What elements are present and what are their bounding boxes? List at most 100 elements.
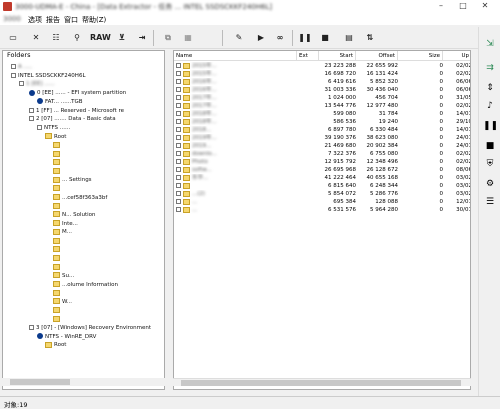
checkbox[interactable]: [37, 124, 42, 130]
tree-node[interactable]: 3 [07] - [Windows] Recovery Environment: [29, 324, 151, 332]
row-checkbox[interactable]: [176, 159, 181, 164]
tree-node[interactable]: INTEL SSDSCKKF240H6L: [11, 72, 86, 80]
row-checkbox[interactable]: [176, 183, 181, 188]
export-icon[interactable]: ⇥: [134, 30, 150, 46]
table-row[interactable]: ... 6 531 576 5 964 280 0 30/01: [174, 206, 470, 214]
edit-icon[interactable]: ✎: [232, 30, 246, 46]
copy-icon[interactable]: ⧉: [160, 30, 176, 46]
tree-node[interactable]: 2 [07] ....... Data - Basic data: [29, 115, 116, 123]
table-row[interactable]: 2017年... 13 544 776 12 977 480 0 02/02: [174, 102, 470, 110]
row-checkbox[interactable]: [176, 87, 181, 92]
table-row[interactable]: ...(2) 5 854 072 5 286 776 0 03/02: [174, 190, 470, 198]
column-header-name[interactable]: Name: [174, 51, 297, 61]
table-row[interactable]: ... 695 384 128 088 0 12/01: [174, 198, 470, 206]
folder-tree-icon[interactable]: ☷: [48, 30, 64, 46]
checkbox[interactable]: [11, 72, 16, 78]
row-checkbox[interactable]: [176, 63, 181, 68]
row-checkbox[interactable]: [176, 191, 181, 196]
disk-icon[interactable]: ▭: [4, 30, 22, 46]
tree-node[interactable]: [53, 141, 62, 149]
checkbox[interactable]: [11, 64, 16, 69]
column-header-start[interactable]: Start: [319, 51, 356, 61]
row-checkbox[interactable]: [176, 175, 181, 180]
tree-node[interactable]: N... Solution: [53, 211, 96, 219]
maximize-button[interactable]: □: [455, 0, 471, 13]
scroll-thumb[interactable]: [181, 380, 461, 386]
tree-node[interactable]: [53, 185, 62, 193]
raw-button[interactable]: RAW: [90, 30, 111, 46]
table-row[interactable]: 2016年... 31 003 336 30 436 040 0 06/06: [174, 86, 470, 94]
tree-node[interactable]: [53, 159, 62, 167]
pause-side-icon[interactable]: ❚❚: [483, 119, 498, 133]
sort-icon[interactable]: ⇅: [362, 30, 378, 46]
tree-node[interactable]: [53, 246, 62, 254]
row-checkbox[interactable]: [176, 119, 181, 124]
stop-side-icon[interactable]: ■: [483, 139, 497, 153]
shield-icon[interactable]: ⛨: [483, 157, 497, 171]
table-row[interactable]: 2015年... 16 698 720 16 131 424 0 02/02: [174, 70, 470, 78]
tree-node[interactable]: Inte...: [53, 220, 78, 228]
tree-node[interactable]: NTFS - WinRE_DRV: [37, 333, 96, 341]
checkbox[interactable]: [29, 325, 34, 330]
row-checkbox[interactable]: [176, 151, 181, 156]
table-row[interactable]: 2018... 6 897 780 6 330 484 0 14/01: [174, 126, 470, 134]
menu-item-help[interactable]: 帮助(Z): [82, 15, 106, 25]
bike-icon[interactable]: ∞: [272, 30, 288, 46]
tree-node[interactable]: [53, 315, 62, 323]
tree-node[interactable]: A .....: [11, 63, 32, 71]
row-checkbox[interactable]: [176, 199, 181, 204]
menu-item-3000[interactable]: 3000: [3, 15, 21, 23]
audio-icon[interactable]: ♪: [483, 99, 497, 113]
row-checkbox[interactable]: [176, 103, 181, 108]
checkbox[interactable]: [29, 107, 34, 113]
list-icon[interactable]: ☰: [483, 195, 497, 209]
settings-icon[interactable]: ⚙: [483, 177, 497, 191]
table-row[interactable]: 2018年... 586 536 19 240 0 29/10: [174, 118, 470, 126]
minimize-button[interactable]: –: [433, 0, 449, 13]
tree-node[interactable]: [53, 167, 62, 175]
column-header-offset[interactable]: Offset: [356, 51, 398, 61]
tree-node[interactable]: M...: [53, 228, 72, 236]
table-row[interactable]: 东华... 41 222 464 40 655 168 0 03/02: [174, 174, 470, 182]
tree-node[interactable]: Root: [45, 341, 66, 349]
row-checkbox[interactable]: [176, 167, 181, 172]
table-row[interactable]: softw... 26 695 968 26 128 672 0 08/06: [174, 166, 470, 174]
column-header-size[interactable]: Size: [398, 51, 443, 61]
table-row[interactable]: 2018年... 599 080 31 784 0 14/01: [174, 110, 470, 118]
scroll-thumb[interactable]: [10, 379, 70, 385]
pause-icon[interactable]: ❚❚: [298, 30, 312, 46]
row-checkbox[interactable]: [176, 95, 181, 100]
row-checkbox[interactable]: [176, 71, 181, 76]
files-hscrollbar[interactable]: [173, 378, 471, 386]
recovery-icon[interactable]: ⊻: [114, 30, 130, 46]
tree-node[interactable]: [53, 307, 62, 315]
document-icon[interactable]: ▤: [342, 30, 356, 46]
tree-node[interactable]: W...: [53, 298, 72, 306]
tree-node[interactable]: [53, 289, 62, 297]
play-icon[interactable]: ▶: [254, 30, 268, 46]
row-checkbox[interactable]: [176, 135, 181, 140]
stop-icon[interactable]: ■: [318, 30, 332, 46]
column-header-up[interactable]: Up: [443, 51, 470, 61]
row-checkbox[interactable]: [176, 207, 181, 212]
menu-item-options[interactable]: 选项: [28, 15, 42, 25]
table-row[interactable]: downlo... 7 322 376 6 755 080 0 02/02: [174, 150, 470, 158]
tree-node[interactable]: NTFS ......: [37, 124, 70, 132]
binoculars-icon[interactable]: ⚲: [68, 30, 86, 46]
tree-node[interactable]: 0 [EE] ...... - EFI system partition: [29, 89, 126, 97]
tree-node[interactable]: [53, 202, 62, 210]
table-row[interactable]: 2016年... 6 419 616 5 852 320 0 06/06: [174, 78, 470, 86]
close-button[interactable]: ✕: [477, 0, 493, 13]
tree-node[interactable]: [53, 237, 62, 245]
tree-node[interactable]: Root: [45, 133, 66, 141]
tree-node[interactable]: ... Settings: [53, 176, 92, 184]
table-row[interactable]: 6 815 640 6 248 344 0 03/02: [174, 182, 470, 190]
tree-node[interactable]: [53, 263, 62, 271]
grid-icon[interactable]: ▦: [180, 30, 196, 46]
menu-item-report[interactable]: 报告: [46, 15, 60, 25]
column-header-ext[interactable]: Ext: [297, 51, 319, 61]
row-checkbox[interactable]: [176, 143, 181, 148]
row-checkbox[interactable]: [176, 127, 181, 132]
tree-node[interactable]: Su...: [53, 272, 74, 280]
table-row[interactable]: 2019... 21 469 680 20 902 384 0 24/01: [174, 142, 470, 150]
